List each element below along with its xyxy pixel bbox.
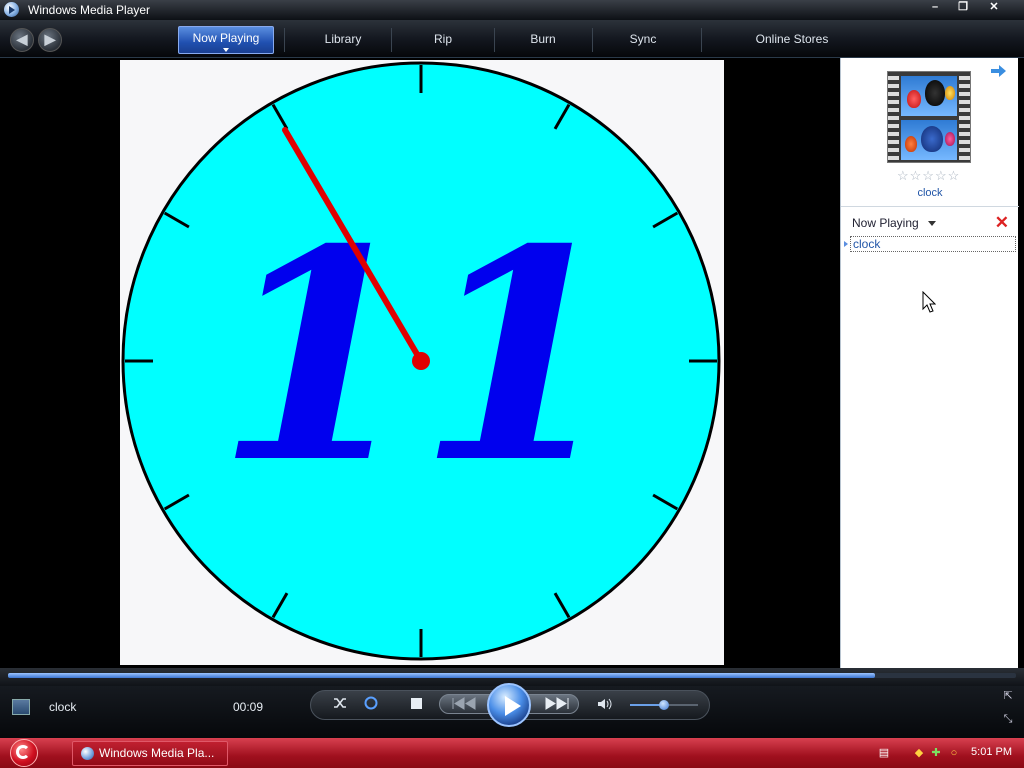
back-button[interactable]: ◀ — [10, 28, 34, 52]
taskbar: Windows Media Pla... ▤ ◆ ✚ ○ 5:01 PM — [0, 738, 1024, 768]
play-button[interactable] — [487, 683, 531, 727]
system-tray: ▤ ◆ ✚ ○ 5:01 PM — [870, 738, 1024, 768]
clock-hub — [412, 352, 430, 370]
forward-button[interactable]: ▶ — [38, 28, 62, 52]
arrow-right-icon[interactable] — [990, 65, 1006, 77]
now-playing-marker-icon — [844, 241, 848, 247]
taskbar-item-label: Windows Media Pla... — [99, 746, 215, 760]
title-bar: Windows Media Player – ❐ ✕ — [0, 0, 1024, 20]
start-button[interactable] — [8, 738, 48, 768]
network-icon[interactable]: ✚ — [929, 747, 943, 759]
now-playing-list-header: Now Playing ✕ — [841, 206, 1019, 236]
tab-rip[interactable]: Rip — [408, 26, 478, 54]
volume-knob[interactable] — [659, 700, 669, 710]
keyboard-icon[interactable]: ▤ — [877, 747, 891, 759]
previous-icon[interactable] — [451, 697, 477, 710]
search-icon[interactable]: ○ — [947, 747, 961, 759]
shuffle-icon[interactable] — [333, 696, 347, 710]
seek-track[interactable] — [8, 673, 1016, 678]
media-player-icon — [81, 747, 94, 760]
full-screen-icon[interactable]: ⤡ — [1002, 713, 1014, 725]
window-title: Windows Media Player — [28, 3, 151, 17]
tab-online-stores[interactable]: Online Stores — [738, 26, 846, 54]
playlist-item[interactable]: clock — [850, 236, 1016, 252]
elapsed-time[interactable]: 00:09 — [233, 700, 263, 714]
shield-icon[interactable]: ◆ — [912, 747, 926, 759]
minimize-button[interactable]: – — [922, 0, 948, 16]
video-file-icon — [12, 699, 30, 715]
desktop: Windows Media Player – ❐ ✕ ◀ ▶ Now Playi… — [0, 0, 1024, 768]
close-button[interactable]: ✕ — [981, 0, 1007, 16]
thumbnail-title[interactable]: clock — [841, 187, 1019, 199]
maximize-button[interactable]: ❐ — [950, 0, 976, 16]
clock-video-frame: 11 — [121, 61, 721, 661]
current-media-title: clock — [49, 700, 77, 714]
nav-bar: ◀ ▶ Now Playing Library Rip Burn Sync On… — [0, 20, 1024, 58]
playback-controls: clock 00:09 ⇱ ⤡ — [0, 683, 1024, 738]
album-art[interactable] — [887, 71, 971, 163]
tab-sync[interactable]: Sync — [607, 26, 679, 54]
mouse-cursor-icon — [922, 291, 936, 313]
repeat-icon[interactable] — [363, 695, 379, 711]
video-frame: 11 — [120, 60, 724, 665]
tab-now-playing[interactable]: Now Playing — [178, 26, 274, 54]
rating-stars[interactable]: ☆☆☆☆☆ — [897, 168, 960, 184]
media-player-icon — [4, 2, 19, 17]
tab-burn[interactable]: Burn — [506, 26, 580, 54]
clear-list-icon[interactable]: ✕ — [995, 213, 1009, 233]
next-icon[interactable] — [544, 697, 570, 710]
seek-progress — [8, 673, 875, 678]
chevron-down-icon[interactable] — [928, 221, 936, 226]
video-area[interactable]: 11 — [4, 58, 840, 668]
tab-library[interactable]: Library — [305, 26, 381, 54]
crescent-icon — [16, 745, 30, 759]
list-pane: ☆☆☆☆☆ clock Now Playing ✕ clock — [840, 58, 1019, 668]
tab-now-playing-label: Now Playing — [192, 31, 260, 45]
taskbar-item-media-player[interactable]: Windows Media Pla... — [72, 741, 228, 766]
taskbar-clock[interactable]: 5:01 PM — [971, 746, 1012, 758]
switch-to-skin-icon[interactable]: ⇱ — [1002, 690, 1014, 702]
speaker-icon[interactable] — [597, 697, 613, 711]
chevron-down-icon — [223, 48, 229, 52]
stop-icon[interactable] — [411, 698, 422, 709]
now-playing-list-dropdown[interactable]: Now Playing — [852, 216, 919, 230]
